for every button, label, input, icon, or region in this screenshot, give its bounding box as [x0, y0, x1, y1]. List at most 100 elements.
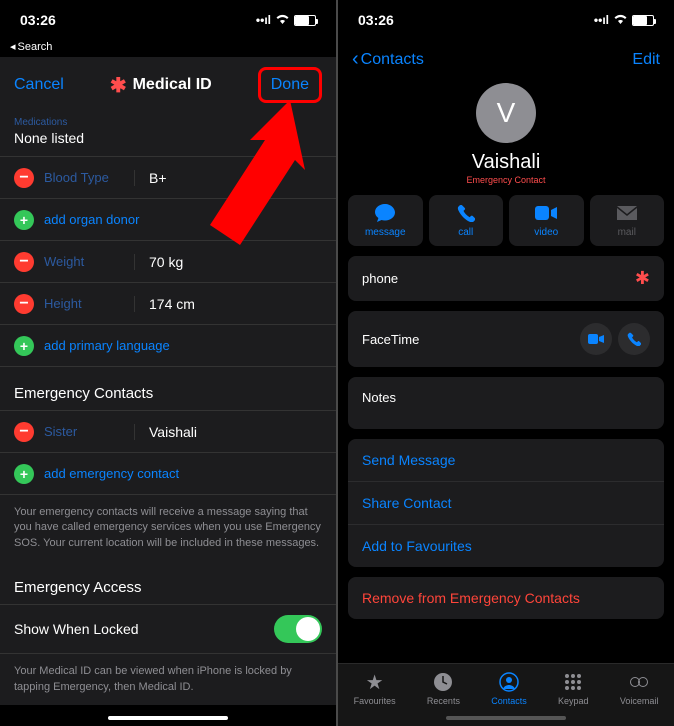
keypad-icon — [565, 670, 581, 694]
remove-icon[interactable] — [14, 252, 34, 272]
back-search-label: Search — [18, 41, 53, 53]
content: Medications None listed Blood Type B+ ad… — [0, 113, 336, 705]
tab-recents[interactable]: Recents — [427, 670, 460, 706]
emergency-access-title: Emergency Access — [0, 561, 336, 604]
add-emergency-contact-label: add emergency contact — [44, 466, 179, 481]
tab-favourites-label: Favourites — [354, 696, 396, 706]
edit-button[interactable]: Edit — [632, 51, 660, 69]
status-indicators: ••ıl — [594, 13, 654, 27]
add-primary-language-label: add primary language — [44, 338, 170, 353]
avatar-section: V Vaishali Emergency Contact — [338, 79, 674, 195]
call-label: call — [458, 227, 473, 238]
tab-keypad[interactable]: Keypad — [558, 670, 589, 706]
message-button[interactable]: message — [348, 195, 423, 246]
cancel-button[interactable]: Cancel — [14, 76, 64, 94]
weight-label: Weight — [44, 254, 134, 269]
add-favourites-item[interactable]: Add to Favourites — [348, 525, 664, 567]
call-button[interactable]: call — [429, 195, 504, 246]
chevron-left-icon: ◂ — [10, 40, 16, 53]
signal-icon: ••ıl — [594, 13, 609, 27]
remove-icon[interactable] — [14, 422, 34, 442]
back-to-search[interactable]: ◂ Search — [0, 40, 336, 57]
show-when-locked-row: Show When Locked — [0, 604, 336, 654]
contact-subtitle: Emergency Contact — [466, 175, 545, 185]
facetime-audio-button[interactable] — [618, 323, 650, 355]
add-emergency-contact-row[interactable]: add emergency contact — [0, 453, 336, 495]
height-row[interactable]: Height 174 cm — [0, 283, 336, 325]
mail-button[interactable]: mail — [590, 195, 665, 246]
message-label: message — [365, 227, 406, 238]
weight-value: 70 kg — [134, 254, 322, 270]
header: Cancel ✱ Medical ID Done — [0, 57, 336, 113]
tab-voicemail[interactable]: Voicemail — [620, 670, 659, 706]
back-label: Contacts — [361, 51, 424, 69]
facetime-label: FaceTime — [362, 332, 419, 347]
send-message-item[interactable]: Send Message — [348, 439, 664, 482]
chevron-left-icon: ‹ — [352, 48, 359, 71]
action-buttons: message call video mail — [338, 195, 674, 256]
facetime-video-button[interactable] — [580, 323, 612, 355]
sister-row[interactable]: Sister Vaishali — [0, 411, 336, 453]
add-icon[interactable] — [14, 210, 34, 230]
star-icon: ★ — [366, 670, 384, 694]
show-when-locked-label: Show When Locked — [14, 621, 139, 637]
phone-card[interactable]: phone ✱ — [348, 256, 664, 301]
show-when-locked-toggle[interactable] — [274, 615, 322, 643]
header: ‹ Contacts Edit — [338, 40, 674, 79]
phone-right: 03:26 ••ıl ‹ Contacts Edit V Vaishali Em… — [338, 0, 674, 726]
phone-left: 03:26 ••ıl ◂ Search Cancel ✱ Medical ID … — [0, 0, 336, 726]
add-icon[interactable] — [14, 464, 34, 484]
contact-name: Vaishali — [472, 151, 541, 174]
blood-type-value: B+ — [134, 170, 322, 186]
facetime-card: FaceTime — [348, 311, 664, 367]
wifi-icon — [275, 13, 290, 27]
locked-footer: Your Medical ID can be viewed when iPhon… — [0, 654, 336, 705]
video-icon — [535, 203, 557, 223]
danger-action-list: Remove from Emergency Contacts — [348, 577, 664, 619]
emergency-contacts-title: Emergency Contacts — [0, 367, 336, 410]
avatar[interactable]: V — [476, 83, 536, 143]
voicemail-icon — [630, 670, 648, 694]
remove-emergency-item[interactable]: Remove from Emergency Contacts — [348, 577, 664, 619]
back-button[interactable]: ‹ Contacts — [352, 48, 424, 71]
tab-contacts-label: Contacts — [491, 696, 527, 706]
phone-label: phone — [362, 271, 398, 286]
remove-icon[interactable] — [14, 168, 34, 188]
add-organ-donor-label: add organ donor — [44, 212, 139, 227]
tab-keypad-label: Keypad — [558, 696, 589, 706]
wifi-icon — [613, 13, 628, 27]
message-icon — [375, 203, 395, 223]
add-icon[interactable] — [14, 336, 34, 356]
mail-label: mail — [618, 227, 636, 238]
remove-icon[interactable] — [14, 294, 34, 314]
video-button[interactable]: video — [509, 195, 584, 246]
add-organ-donor-row[interactable]: add organ donor — [0, 199, 336, 241]
medications-value[interactable]: None listed — [0, 128, 336, 156]
share-contact-item[interactable]: Share Contact — [348, 482, 664, 525]
add-primary-language-row[interactable]: add primary language — [0, 325, 336, 367]
contacts-icon — [499, 670, 519, 694]
tab-voicemail-label: Voicemail — [620, 696, 659, 706]
mail-icon — [617, 203, 637, 223]
home-indicator[interactable] — [108, 716, 228, 720]
clock-icon — [433, 670, 453, 694]
emergency-footer: Your emergency contacts will receive a m… — [0, 495, 336, 561]
blood-type-row[interactable]: Blood Type B+ — [0, 157, 336, 199]
weight-row[interactable]: Weight 70 kg — [0, 241, 336, 283]
status-time: 03:26 — [358, 12, 394, 28]
height-label: Height — [44, 296, 134, 311]
notes-card[interactable]: Notes — [348, 377, 664, 429]
tab-favourites[interactable]: ★ Favourites — [354, 670, 396, 706]
medications-label: Medications — [0, 113, 336, 128]
home-indicator[interactable] — [446, 716, 566, 720]
height-value: 174 cm — [134, 296, 322, 312]
notes-label: Notes — [362, 390, 396, 405]
sister-label: Sister — [44, 424, 134, 439]
blood-type-label: Blood Type — [44, 170, 134, 185]
battery-icon — [294, 15, 316, 26]
status-bar: 03:26 ••ıl — [0, 0, 336, 40]
status-indicators: ••ıl — [256, 13, 316, 27]
done-button[interactable]: Done — [258, 67, 322, 103]
page-title: ✱ Medical ID — [110, 73, 212, 98]
tab-contacts[interactable]: Contacts — [491, 670, 527, 706]
